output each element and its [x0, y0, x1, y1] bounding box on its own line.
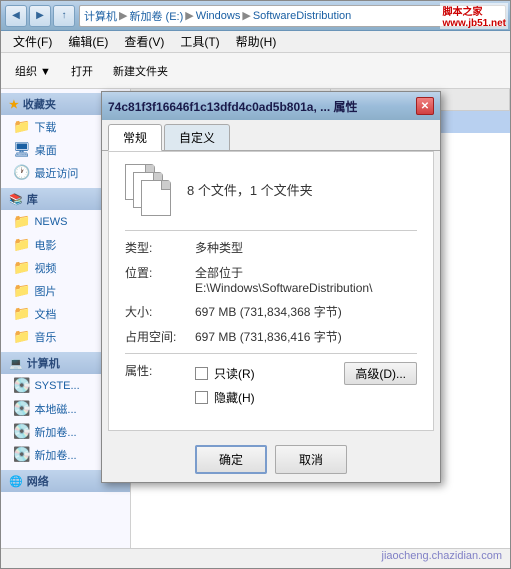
- prop-location-row: 位置: 全部位于 E:\Windows\SoftwareDistribution…: [125, 264, 417, 295]
- advanced-button[interactable]: 高级(D)...: [344, 362, 417, 385]
- attributes-label: 属性:: [125, 362, 195, 379]
- ok-button[interactable]: 确定: [195, 445, 267, 474]
- readonly-label: 只读(R): [214, 365, 255, 382]
- tab-general[interactable]: 常规: [108, 124, 162, 151]
- size-label: 大小:: [125, 303, 195, 320]
- icon-stack-3: [141, 180, 171, 216]
- readonly-checkbox[interactable]: [195, 367, 208, 380]
- dialog-content: 8 个文件，1 个文件夹 类型: 多种类型 位置: 全部位于 E:\Window…: [108, 151, 434, 431]
- multi-file-icon: [125, 164, 175, 214]
- prop-size-row: 大小: 697 MB (731,834,368 字节): [125, 303, 417, 320]
- explorer-window: ◀ ▶ ↑ 计算机 ▶ 新加卷 (E:) ▶ Windows ▶ Softwar…: [0, 0, 511, 569]
- divider-2: [125, 353, 417, 354]
- location-value: 全部位于 E:\Windows\SoftwareDistribution\: [195, 264, 417, 295]
- divider-1: [125, 230, 417, 231]
- prop-disksize-row: 占用空间: 697 MB (731,836,416 字节): [125, 328, 417, 345]
- dialog-title-bar: 74c81f3f16646f1c13dfd4c0ad5b801a, ... 属性…: [102, 92, 440, 120]
- prop-type-row: 类型: 多种类型: [125, 239, 417, 256]
- dialog-icon-row: 8 个文件，1 个文件夹: [125, 164, 417, 214]
- cancel-button[interactable]: 取消: [275, 445, 347, 474]
- attributes-row: 属性: 只读(R) 高级(D)... 隐藏(H): [125, 362, 417, 410]
- disksize-label: 占用空间:: [125, 328, 195, 345]
- dialog-tabs: 常规 自定义: [102, 120, 440, 151]
- type-label: 类型:: [125, 239, 195, 256]
- type-value: 多种类型: [195, 239, 417, 256]
- location-label: 位置:: [125, 264, 195, 281]
- hidden-row: 隐藏(H): [195, 389, 417, 406]
- properties-dialog: 74c81f3f16646f1c13dfd4c0ad5b801a, ... 属性…: [101, 91, 441, 483]
- size-value: 697 MB (731,834,368 字节): [195, 303, 417, 320]
- tab-custom[interactable]: 自定义: [164, 124, 230, 150]
- disksize-value: 697 MB (731,836,416 字节): [195, 328, 417, 345]
- readonly-row: 只读(R) 高级(D)...: [195, 362, 417, 385]
- attributes-section: 只读(R) 高级(D)... 隐藏(H): [195, 362, 417, 410]
- dialog-close-button[interactable]: ✕: [416, 97, 434, 115]
- hidden-checkbox[interactable]: [195, 391, 208, 404]
- dialog-buttons: 确定 取消: [102, 437, 440, 482]
- hidden-label: 隐藏(H): [214, 389, 255, 406]
- dialog-title: 74c81f3f16646f1c13dfd4c0ad5b801a, ... 属性: [108, 98, 357, 115]
- dialog-overlay: 74c81f3f16646f1c13dfd4c0ad5b801a, ... 属性…: [1, 1, 510, 568]
- file-count-label: 8 个文件，1 个文件夹: [187, 180, 313, 199]
